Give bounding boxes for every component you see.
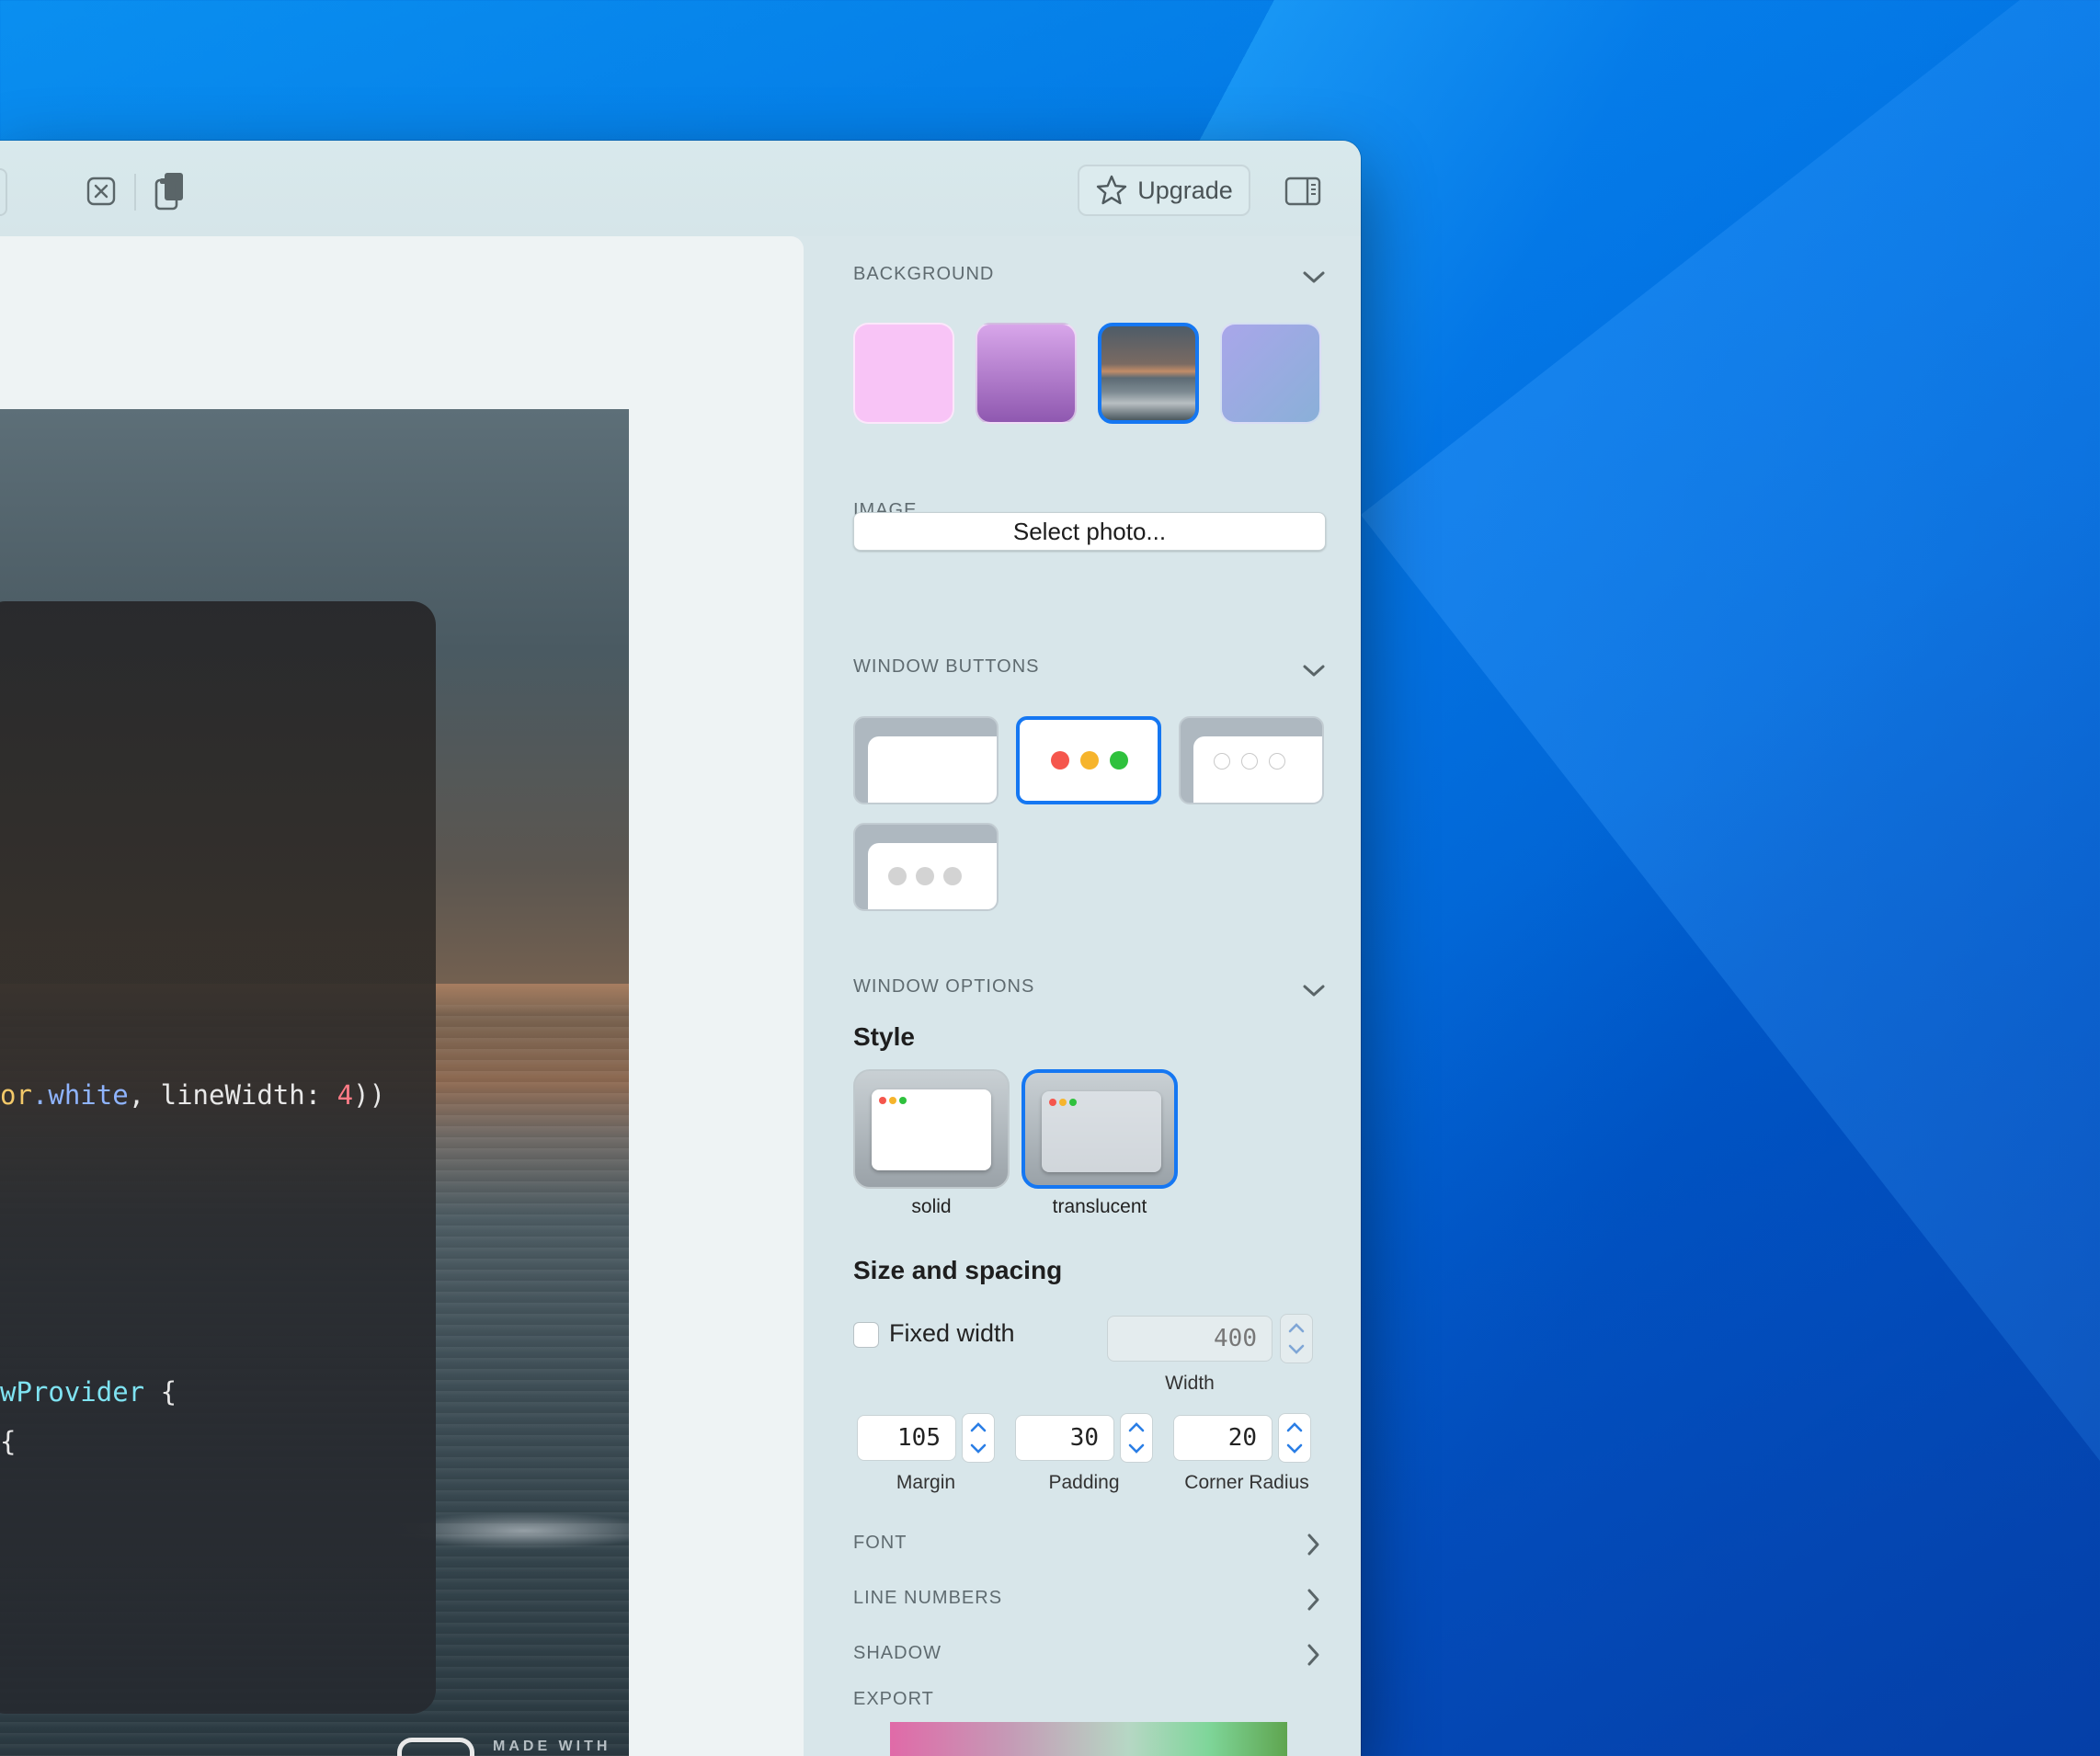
chevron-right-icon	[1307, 1534, 1319, 1556]
chevron-right-icon	[1307, 1589, 1319, 1611]
green-dot	[1069, 1099, 1077, 1106]
upgrade-label: Upgrade	[1137, 176, 1233, 204]
style-option-translucent[interactable]	[1021, 1069, 1178, 1189]
select-photo-button[interactable]: Select photo...	[853, 512, 1326, 551]
line-numbers-section-title[interactable]: LINE NUMBERS	[853, 1588, 1002, 1609]
upgrade-button[interactable]: Upgrade	[1078, 165, 1250, 216]
outline-dot	[1214, 753, 1230, 770]
window-preview	[872, 1089, 991, 1170]
stepper-arrows-icon	[1128, 1422, 1145, 1454]
close-square-icon	[86, 177, 116, 206]
style-heading: Style	[853, 1022, 915, 1051]
yellow-dot	[1080, 751, 1099, 770]
background-swatch-lavender[interactable]	[1220, 323, 1321, 424]
padding-stepper[interactable]	[1120, 1413, 1153, 1463]
green-dot	[899, 1097, 907, 1104]
shadow-section-title[interactable]: SHADOW	[853, 1643, 942, 1664]
code-line-2: wProvider {	[0, 1376, 177, 1408]
window-buttons-collapse-button[interactable]	[1298, 656, 1330, 687]
font-expand-button[interactable]	[1300, 1531, 1328, 1558]
margin-label: Margin	[896, 1472, 956, 1493]
toolbar-cut-control[interactable]	[0, 168, 7, 216]
background-swatch-pink[interactable]	[853, 323, 954, 424]
corner-radius-field[interactable]: 20	[1173, 1415, 1273, 1461]
margin-field[interactable]: 105	[857, 1415, 956, 1461]
settings-panel: BACKGROUND IMAGE Select photo... WINDOW …	[804, 236, 1361, 1756]
copy-icon	[154, 173, 183, 211]
code-window: or.white, lineWidth: 4)) wProvider { {	[0, 601, 436, 1714]
width-field[interactable]: 400	[1107, 1316, 1273, 1362]
size-spacing-heading: Size and spacing	[853, 1256, 1063, 1284]
font-section-title[interactable]: FONT	[853, 1533, 907, 1554]
red-dot	[1049, 1099, 1056, 1106]
stepper-arrows-icon	[1286, 1422, 1303, 1454]
window-preview	[868, 736, 997, 803]
red-dot	[879, 1097, 886, 1104]
preview-image: or.white, lineWidth: 4)) wProvider { { M…	[0, 409, 629, 1756]
code-line-1: or.white, lineWidth: 4))	[0, 1079, 386, 1111]
window-preview	[868, 843, 997, 909]
fixed-width-checkbox[interactable]	[853, 1322, 879, 1348]
toolbar-divider	[134, 174, 136, 211]
padding-field[interactable]: 30	[1015, 1415, 1114, 1461]
sidebar-toggle-button[interactable]	[1280, 168, 1326, 214]
window-preview	[1193, 736, 1322, 803]
width-label: Width	[1165, 1373, 1215, 1394]
style-option-solid[interactable]	[853, 1069, 1010, 1189]
background-swatch-purple[interactable]	[976, 323, 1077, 424]
background-section-title: BACKGROUND	[853, 264, 995, 284]
chevron-right-icon	[1307, 1644, 1319, 1666]
yellow-dot	[1059, 1099, 1067, 1106]
padding-label: Padding	[1048, 1472, 1120, 1493]
yellow-dot	[889, 1097, 896, 1104]
green-dot	[1110, 751, 1128, 770]
export-section-title: EXPORT	[853, 1689, 934, 1709]
window-buttons-option-gray[interactable]	[853, 823, 999, 911]
close-document-button[interactable]	[78, 168, 124, 214]
window-options-section-title: WINDOW OPTIONS	[853, 976, 1035, 997]
export-preview[interactable]	[890, 1722, 1287, 1756]
made-with-logo	[397, 1738, 474, 1756]
window-buttons-option-none[interactable]	[853, 716, 999, 804]
stepper-arrows-icon	[970, 1422, 987, 1454]
code-line-3: {	[0, 1426, 17, 1457]
background-collapse-button[interactable]	[1298, 262, 1330, 293]
chevron-down-icon	[1303, 665, 1325, 677]
background-swatch-beach-photo[interactable]	[1098, 323, 1199, 424]
fixed-width-label: Fixed width	[889, 1319, 1015, 1347]
stepper-arrows-icon	[1288, 1323, 1305, 1354]
corner-radius-stepper[interactable]	[1278, 1413, 1311, 1463]
window-options-collapse-button[interactable]	[1298, 975, 1330, 1007]
outline-dot	[1269, 753, 1285, 770]
corner-radius-label: Corner Radius	[1184, 1472, 1309, 1493]
chevron-down-icon	[1303, 271, 1325, 283]
copy-button[interactable]	[147, 168, 193, 214]
outline-dot	[1241, 753, 1258, 770]
red-dot	[1051, 751, 1069, 770]
width-stepper[interactable]	[1280, 1314, 1313, 1363]
margin-stepper[interactable]	[962, 1413, 995, 1463]
sidebar-icon	[1284, 177, 1321, 206]
shadow-expand-button[interactable]	[1300, 1641, 1328, 1669]
window-buttons-option-outline[interactable]	[1179, 716, 1324, 804]
style-label-solid: solid	[911, 1196, 952, 1217]
made-with-text: MADE WITH	[493, 1739, 611, 1754]
toolbar: Upgrade	[0, 141, 1361, 236]
window-buttons-option-colored[interactable]	[1016, 716, 1161, 804]
gray-dot	[916, 867, 934, 885]
gray-dot	[943, 867, 962, 885]
chevron-down-icon	[1303, 985, 1325, 997]
app-window: Upgrade or.white, lineWidth: 4)) wProvid…	[0, 141, 1361, 1756]
gray-dot	[888, 867, 907, 885]
window-buttons-section-title: WINDOW BUTTONS	[853, 656, 1040, 677]
star-icon	[1097, 175, 1127, 205]
line-numbers-expand-button[interactable]	[1300, 1586, 1328, 1613]
canvas-area: or.white, lineWidth: 4)) wProvider { { M…	[0, 236, 804, 1756]
style-label-translucent: translucent	[1052, 1196, 1147, 1217]
window-preview	[1042, 1091, 1161, 1172]
